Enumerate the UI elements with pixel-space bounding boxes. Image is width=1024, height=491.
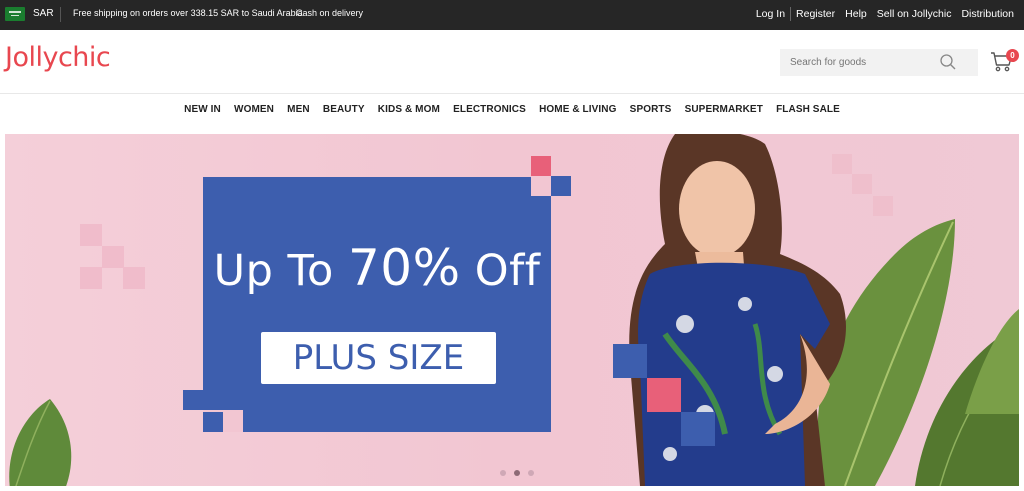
cart-button[interactable]: 0 — [990, 49, 1019, 75]
promo-tag: PLUS SIZE — [261, 332, 496, 384]
distribution-link[interactable]: Distribution — [956, 8, 1019, 20]
sell-link[interactable]: Sell on Jollychic — [872, 8, 957, 20]
decor-square — [551, 176, 571, 196]
nav-item-electronics[interactable]: ELECTRONICS — [453, 104, 526, 115]
cart-count-badge: 0 — [1006, 49, 1019, 62]
nav-item-women[interactable]: WOMEN — [234, 104, 274, 115]
headline-suffix: Off — [460, 246, 541, 296]
decor-square — [203, 412, 223, 432]
nav-item-men[interactable]: MEN — [287, 104, 310, 115]
model-photo — [629, 134, 846, 486]
free-shipping-notice: Free shipping on orders over 338.15 SAR … — [73, 8, 303, 18]
decor-square — [223, 410, 243, 432]
headline-discount: 70% — [347, 239, 461, 297]
promo-headline: Up To 70% Off — [203, 239, 551, 297]
help-link[interactable]: Help — [840, 8, 872, 20]
decor-square — [647, 378, 681, 412]
decor-square — [531, 156, 551, 176]
decor-square — [613, 344, 647, 378]
decor-square — [681, 412, 715, 446]
carousel-dot-active[interactable] — [514, 470, 520, 476]
decor-square — [183, 390, 203, 410]
decor-square — [102, 246, 124, 268]
nav-item-beauty[interactable]: BEAUTY — [323, 104, 365, 115]
nav-item-sports[interactable]: SPORTS — [630, 104, 672, 115]
headline-prefix: Up To — [213, 246, 348, 296]
site-logo[interactable]: Jollychic — [5, 42, 111, 73]
search-icon[interactable] — [940, 54, 956, 70]
cash-on-delivery-notice: Cash on delivery — [296, 8, 364, 18]
carousel-dot[interactable] — [528, 470, 534, 476]
decor-square — [531, 176, 551, 196]
nav-item-supermarket[interactable]: SUPERMARKET — [685, 104, 763, 115]
decor-square — [80, 224, 102, 246]
register-link[interactable]: Register — [791, 8, 840, 20]
nav-item-new-in[interactable]: NEW IN — [184, 104, 221, 115]
top-bar: SAR Free shipping on orders over 338.15 … — [0, 0, 1024, 30]
saudi-flag-icon[interactable] — [5, 7, 25, 21]
carousel-indicators — [496, 470, 538, 476]
nav-item-flash-sale[interactable]: FLASH SALE — [776, 104, 840, 115]
hero-banner[interactable]: Up To 70% Off PLUS SIZE — [5, 134, 1019, 486]
nav-item-home-living[interactable]: HOME & LIVING — [539, 104, 616, 115]
category-nav: NEW IN WOMEN MEN BEAUTY KIDS & MOM ELECT… — [0, 95, 1024, 123]
nav-item-kids-mom[interactable]: KIDS & MOM — [378, 104, 440, 115]
leaf-decoration — [9, 399, 72, 486]
decor-square — [832, 154, 852, 174]
promo-tag-label: PLUS SIZE — [292, 338, 465, 378]
decor-square — [123, 267, 145, 289]
decor-square — [873, 196, 893, 216]
carousel-dot[interactable] — [500, 470, 506, 476]
decor-square — [80, 267, 102, 289]
site-header: Jollychic 0 — [0, 30, 1024, 94]
decor-square — [852, 174, 872, 194]
search-input[interactable] — [780, 49, 940, 76]
search-bar — [780, 49, 978, 76]
promo-panel — [203, 177, 551, 432]
currency-selector[interactable]: SAR — [33, 8, 54, 19]
login-link[interactable]: Log In — [751, 8, 790, 20]
account-links: Log In Register Help Sell on Jollychic D… — [751, 7, 1019, 21]
divider — [60, 7, 61, 22]
